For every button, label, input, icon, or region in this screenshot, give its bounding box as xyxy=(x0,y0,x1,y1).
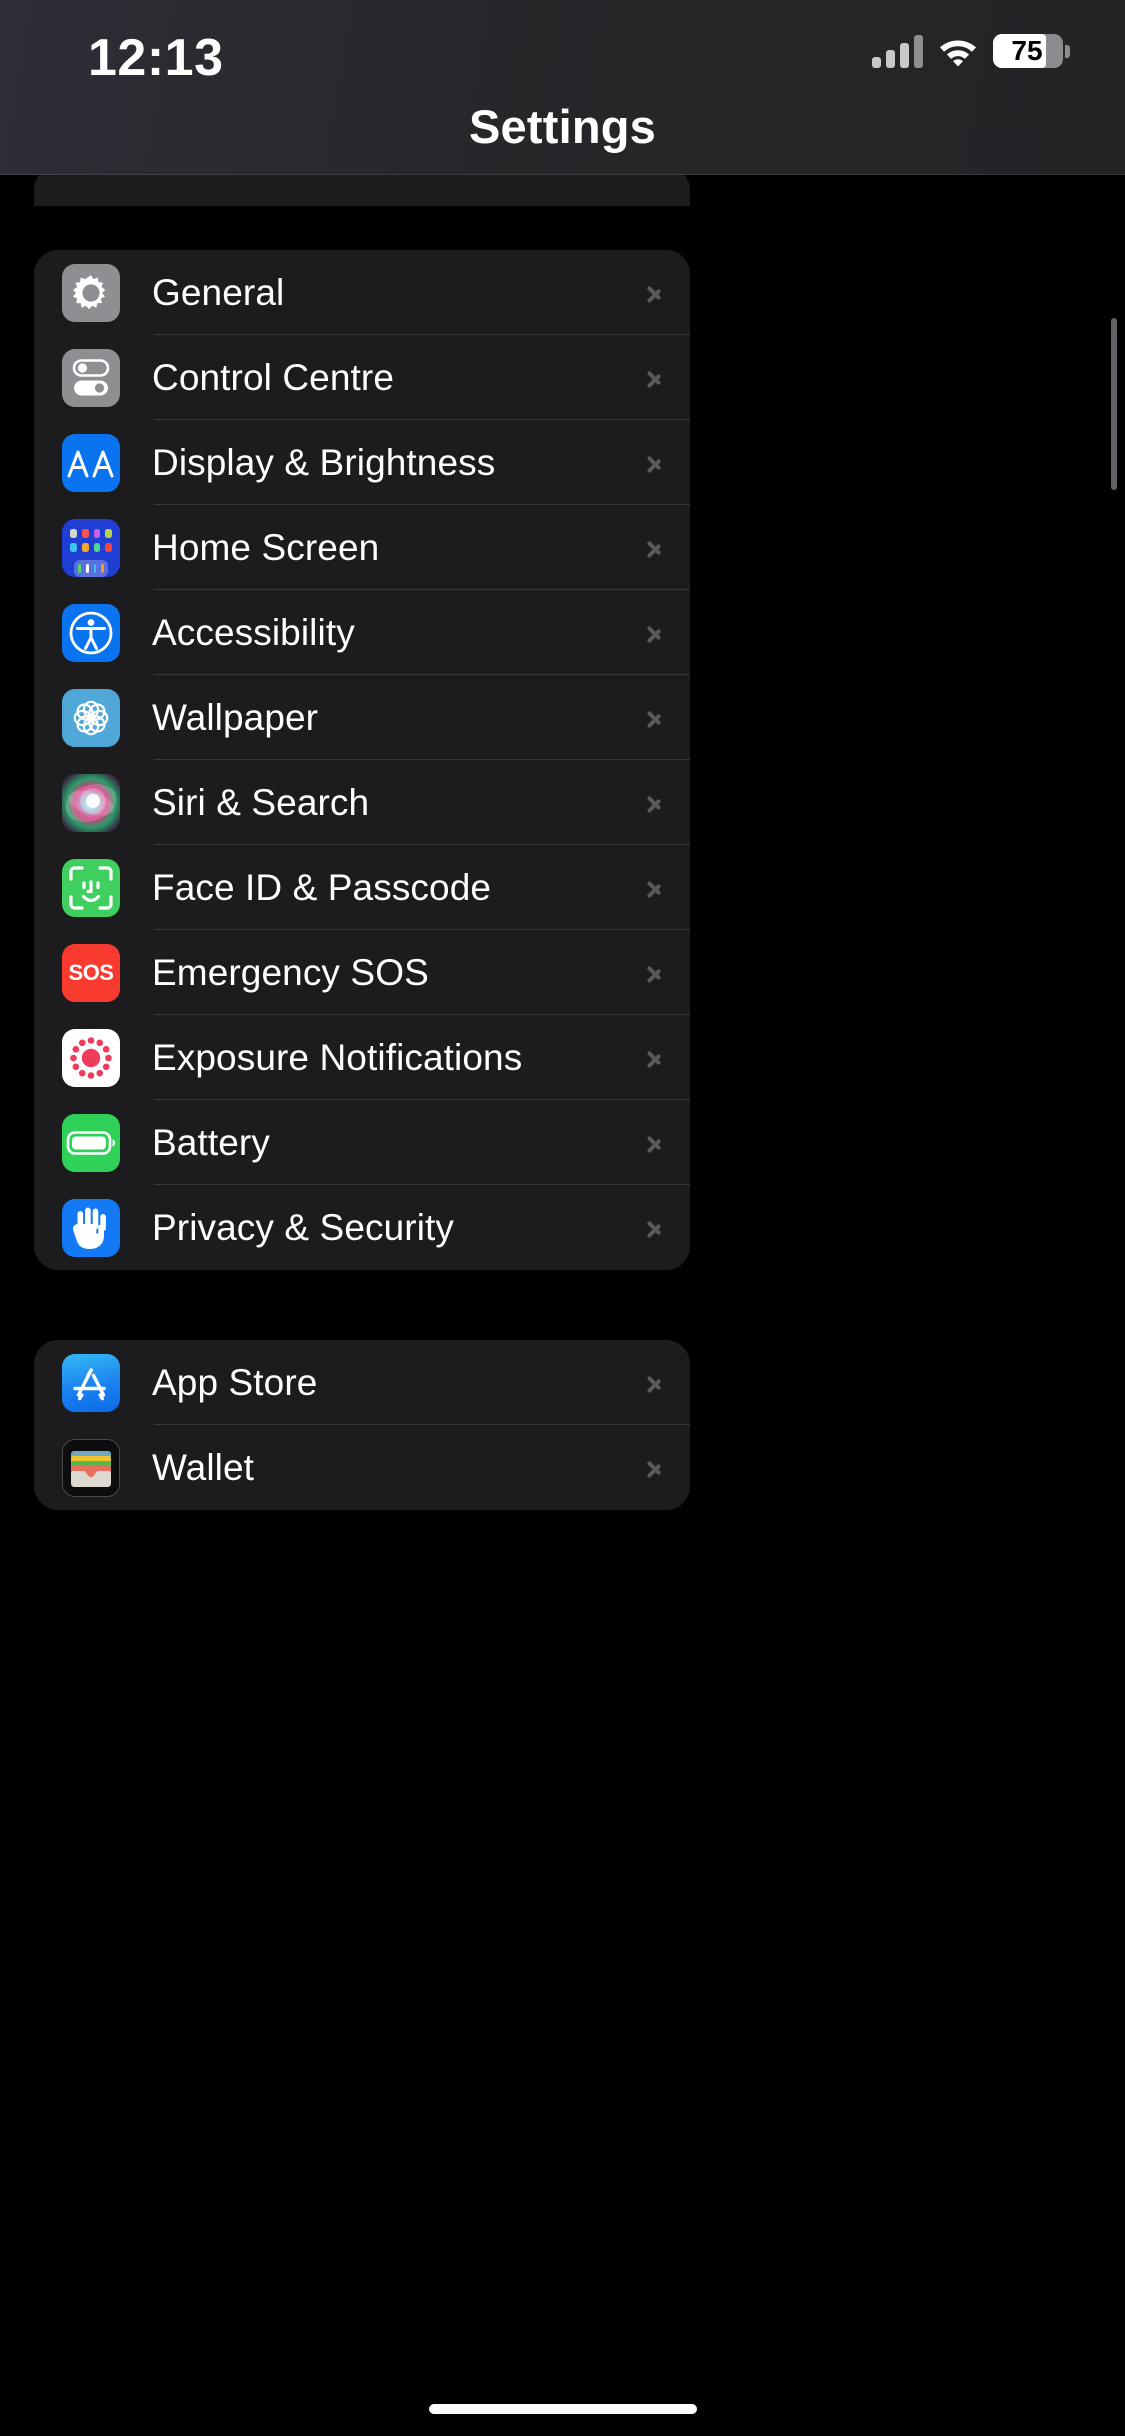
settings-row-face-id-passcode[interactable]: Face ID & Passcode xyxy=(34,845,690,930)
display-brightness-aa-icon xyxy=(62,433,120,492)
app-store-icon xyxy=(62,1353,120,1412)
settings-row-label: Privacy & Security xyxy=(152,1206,454,1248)
sos-icon: SOS xyxy=(62,943,120,1002)
cellular-bars-icon xyxy=(872,34,923,68)
wallet-icon xyxy=(62,1438,120,1497)
wallpaper-flower-icon xyxy=(62,688,120,747)
settings-row-label: Siri & Search xyxy=(152,781,370,823)
settings-row-label: Wallet xyxy=(152,1446,255,1488)
settings-screen: Settings 12:13 75 General Control Centre… xyxy=(0,0,1125,2436)
settings-row-label: Accessibility xyxy=(152,611,355,653)
chevron-right-icon xyxy=(646,1452,664,1484)
chevron-right-icon xyxy=(646,532,664,564)
wallet-card-stack xyxy=(71,1450,111,1487)
settings-row-privacy-security[interactable]: Privacy & Security xyxy=(34,1185,690,1270)
settings-row-siri-search[interactable]: Siri & Search xyxy=(34,760,690,845)
siri-orb-icon xyxy=(62,773,120,832)
chevron-right-icon xyxy=(646,447,664,479)
settings-row-battery[interactable]: Battery xyxy=(34,1100,690,1185)
settings-row-label: App Store xyxy=(152,1361,318,1403)
wifi-icon xyxy=(937,35,979,67)
settings-row-label: Face ID & Passcode xyxy=(152,866,492,908)
settings-row-label: Display & Brightness xyxy=(152,441,496,483)
battery-icon xyxy=(62,1113,120,1172)
settings-row-wallet[interactable]: Wallet xyxy=(34,1425,690,1510)
chevron-right-icon xyxy=(646,702,664,734)
settings-row-home-screen[interactable]: Home Screen xyxy=(34,505,690,590)
status-bar-time: 12:13 xyxy=(88,29,224,87)
chevron-right-icon xyxy=(646,872,664,904)
settings-row-label: Emergency SOS xyxy=(152,951,429,993)
settings-row-wallpaper[interactable]: Wallpaper xyxy=(34,675,690,760)
gear-icon xyxy=(62,263,120,322)
chevron-right-icon xyxy=(646,787,664,819)
control-centre-toggles-icon xyxy=(62,348,120,407)
settings-row-accessibility[interactable]: Accessibility xyxy=(34,590,690,675)
chevron-right-icon xyxy=(646,1042,664,1074)
settings-group-store: App Store Wallet xyxy=(34,1340,690,1510)
settings-row-label: Control Centre xyxy=(152,356,395,398)
settings-row-emergency-sos[interactable]: SOS Emergency SOS xyxy=(34,930,690,1015)
navbar-hairline xyxy=(0,174,1125,175)
chevron-right-icon xyxy=(646,362,664,394)
accessibility-person-icon xyxy=(62,603,120,662)
chevron-right-icon xyxy=(646,1212,664,1244)
settings-row-label: Home Screen xyxy=(152,526,380,568)
settings-row-control-centre[interactable]: Control Centre xyxy=(34,335,690,420)
status-bar: 12:13 75 xyxy=(0,0,1125,170)
settings-row-display-brightness[interactable]: Display & Brightness xyxy=(34,420,690,505)
home-indicator[interactable] xyxy=(428,2404,697,2414)
settings-group-system: General Control Centre Display & Brightn… xyxy=(34,250,690,1270)
status-bar-indicators: 75 xyxy=(872,34,1070,68)
chevron-right-icon xyxy=(646,617,664,649)
settings-row-label: Exposure Notifications xyxy=(152,1036,523,1078)
chevron-right-icon xyxy=(646,277,664,309)
settings-row-app-store[interactable]: App Store xyxy=(34,1340,690,1425)
privacy-hand-icon xyxy=(62,1198,120,1257)
settings-row-label: Battery xyxy=(152,1121,270,1163)
vertical-scroll-indicator[interactable] xyxy=(1111,318,1117,490)
settings-row-exposure-notifications[interactable]: Exposure Notifications xyxy=(34,1015,690,1100)
home-screen-grid-icon xyxy=(62,518,120,577)
battery-cap xyxy=(1065,45,1070,58)
face-id-icon xyxy=(62,858,120,917)
chevron-right-icon xyxy=(646,957,664,989)
home-screen-app-grid xyxy=(62,519,120,577)
settings-row-general[interactable]: General xyxy=(34,250,690,335)
settings-row-label: Wallpaper xyxy=(152,696,319,738)
chevron-right-icon xyxy=(646,1367,664,1399)
battery-icon: 75 xyxy=(993,34,1070,68)
exposure-notifications-icon xyxy=(62,1028,120,1087)
battery-percent: 75 xyxy=(1011,35,1043,66)
settings-row-label: General xyxy=(152,271,285,313)
chevron-right-icon xyxy=(646,1127,664,1159)
